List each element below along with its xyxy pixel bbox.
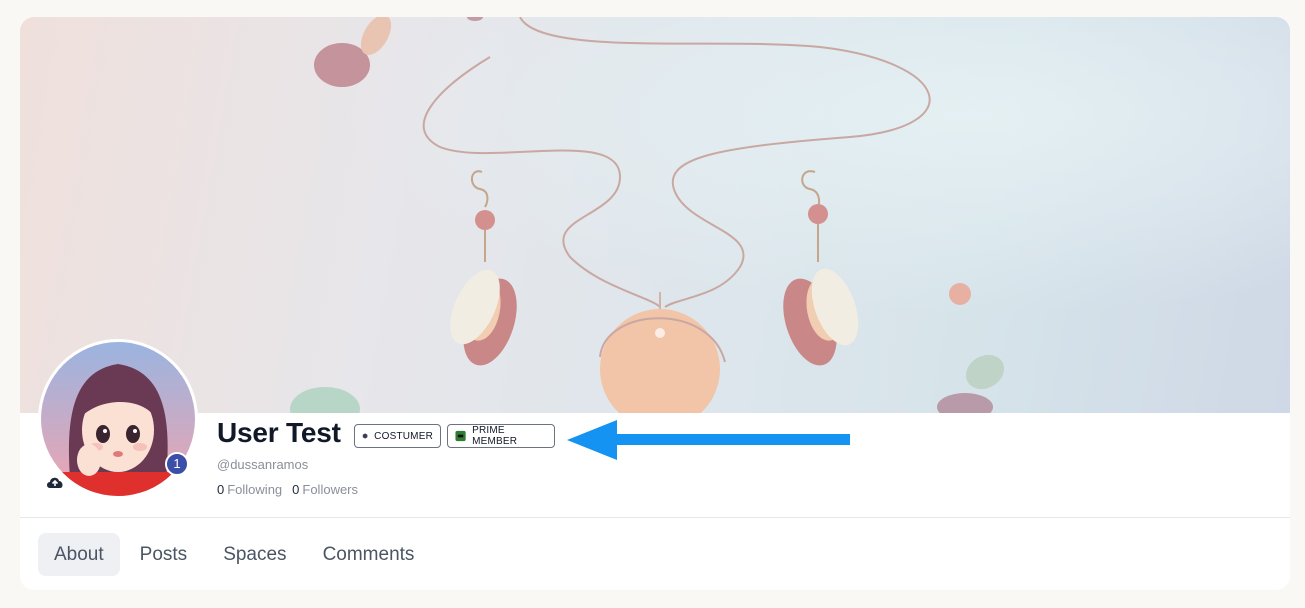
profile-handle: @dussanramos <box>217 457 309 472</box>
cover-image <box>20 17 1290 413</box>
tag-costumer: COSTUMER <box>354 424 441 448</box>
prime-badge-icon <box>455 430 466 442</box>
tab-posts[interactable]: Posts <box>124 533 204 576</box>
tag-costumer-label: COSTUMER <box>374 430 433 442</box>
tag-prime-member-label: PRIME MEMBER <box>472 425 518 447</box>
tab-about[interactable]: About <box>38 533 120 576</box>
followers-label: Followers <box>302 482 359 497</box>
profile-card <box>20 17 1290 590</box>
following-count: 0 <box>217 482 225 497</box>
profile-tabs: About Posts Spaces Comments <box>38 533 434 576</box>
following-stat[interactable]: 0 Following <box>217 482 282 497</box>
profile-name: User Test <box>217 417 341 448</box>
notification-count: 1 <box>173 456 181 471</box>
tab-comments[interactable]: Comments <box>307 533 431 576</box>
arrow-left-icon <box>567 420 850 460</box>
followers-stat[interactable]: 0 Followers <box>292 482 358 497</box>
profile-stats: 0 Following 0 Followers <box>217 482 358 497</box>
tag-prime-member: PRIME MEMBER <box>447 424 555 448</box>
tab-spaces[interactable]: Spaces <box>207 533 302 576</box>
cloud-upload-icon[interactable] <box>45 474 65 490</box>
hexagon-icon <box>362 433 368 439</box>
notification-count-badge: 1 <box>165 452 189 476</box>
following-label: Following <box>227 482 283 497</box>
followers-count: 0 <box>292 482 300 497</box>
header-divider <box>20 517 1290 518</box>
